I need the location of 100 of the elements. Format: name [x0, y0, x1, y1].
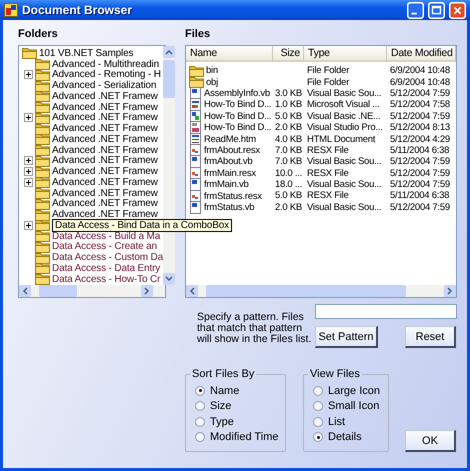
radio-button[interactable]: [313, 386, 323, 396]
scrollbar-thumb[interactable]: [206, 285, 406, 297]
file-name[interactable]: frmAbout.vb: [204, 156, 252, 168]
tree-item[interactable]: 101 VB.NET Samples: [39, 48, 134, 59]
scroll-left-icon[interactable]: [186, 285, 198, 297]
file-name[interactable]: frmMain.vb: [204, 179, 248, 190]
tree-item[interactable]: Advanced .NET Framew: [52, 155, 158, 166]
tree-item[interactable]: Advanced .NET Framew: [52, 112, 158, 124]
ok-button[interactable]: OK: [405, 430, 456, 452]
file-name[interactable]: How-To Bind D...: [204, 122, 272, 134]
radio-button[interactable]: [313, 401, 323, 412]
radio-button[interactable]: [195, 432, 205, 442]
table-cell: 5/12/2004 7:59: [390, 168, 450, 179]
radio-label[interactable]: Modified Time: [210, 431, 278, 444]
column-header[interactable]: Size: [273, 46, 304, 62]
file-icon: [189, 190, 202, 202]
tree-item[interactable]: Advanced .NET Framew: [52, 176, 158, 188]
folder-icon: [35, 58, 50, 70]
scroll-right-icon[interactable]: [444, 285, 456, 297]
tree-item[interactable]: Advanced .NET Framew: [52, 166, 158, 178]
radio-label[interactable]: List: [328, 416, 346, 428]
folder-icon: [189, 64, 204, 77]
radio-label[interactable]: Details: [328, 431, 362, 444]
table-cell: File Folder: [307, 76, 350, 88]
expand-icon[interactable]: [24, 220, 33, 230]
close-icon[interactable]: [449, 2, 466, 18]
file-name[interactable]: ReadMe.htm: [204, 134, 256, 145]
file-name[interactable]: AssemblyInfo.vb: [204, 88, 270, 99]
table-cell: Microsoft Visual ...: [307, 99, 380, 110]
table-cell: 6/9/2004 10:48: [390, 65, 450, 76]
file-icon: [189, 155, 202, 168]
scroll-up-icon[interactable]: [163, 46, 176, 58]
tree-item[interactable]: Data Access - Build a Ma: [52, 230, 160, 242]
tree-item[interactable]: Advanced .NET Framew: [52, 123, 158, 134]
maximize-icon[interactable]: [428, 2, 445, 18]
file-name[interactable]: frmStatus.resx: [204, 190, 262, 202]
radio-button[interactable]: [313, 432, 323, 442]
tree-item[interactable]: Advanced .NET Framew: [52, 209, 158, 220]
tree-item[interactable]: Advanced .NET Framew: [52, 102, 158, 113]
scroll-right-icon[interactable]: [141, 285, 153, 297]
file-name[interactable]: frmStatus.vb: [204, 202, 254, 213]
file-icon: [189, 144, 202, 157]
horizontal-scrollbar[interactable]: [186, 285, 456, 297]
table-cell: Visual Studio Pro...: [307, 122, 383, 134]
tree-item[interactable]: Advanced - Serialization: [52, 80, 156, 92]
table-cell: 18.0 ...: [274, 179, 302, 190]
table-cell: 2.0 KB: [274, 122, 302, 134]
expand-icon[interactable]: [24, 156, 33, 166]
radio-button[interactable]: [313, 416, 323, 427]
scroll-left-icon[interactable]: [19, 285, 31, 297]
radio-label[interactable]: Size: [210, 400, 232, 412]
tree-item[interactable]: Advanced - Remoting - H: [52, 69, 161, 80]
expand-icon[interactable]: [24, 113, 33, 122]
tree-item[interactable]: Advanced .NET Framew: [52, 144, 158, 156]
column-header[interactable]: Date Modified: [387, 46, 456, 62]
file-name[interactable]: bin: [206, 65, 218, 76]
radio-button[interactable]: [195, 416, 205, 427]
window-title: Document Browser: [22, 3, 134, 17]
tree-item[interactable]: Data Access - How-To Cr: [52, 274, 160, 285]
pattern-field[interactable]: [315, 304, 457, 319]
minimize-icon[interactable]: [407, 2, 424, 18]
scrollbar-thumb[interactable]: [39, 285, 77, 297]
set-pattern-button[interactable]: Set Pattern: [315, 326, 378, 348]
radio-label[interactable]: Name: [210, 384, 240, 397]
table-cell: 5/12/2004 7:59: [390, 156, 450, 168]
tree-item[interactable]: Data Access - Data Entry: [52, 262, 160, 274]
file-name[interactable]: How-To Bind D...: [204, 99, 272, 110]
radio-label[interactable]: Large Icon: [328, 384, 380, 397]
expand-icon[interactable]: [24, 178, 33, 187]
tree-item[interactable]: Data Access - Custom Da: [52, 252, 164, 264]
expand-icon[interactable]: [24, 167, 33, 176]
expand-icon[interactable]: [24, 70, 33, 80]
tree-item[interactable]: Data Access - Create an: [52, 241, 157, 252]
radio-label[interactable]: Small Icon: [328, 400, 380, 412]
file-name[interactable]: frmAbout.resx: [204, 144, 260, 156]
table-cell: HTML Document: [307, 134, 376, 145]
table-cell: 1.0 KB: [274, 99, 302, 110]
radio-label[interactable]: Type: [210, 416, 234, 428]
column-header[interactable]: Name: [186, 46, 273, 62]
scrollbar-thumb[interactable]: [163, 60, 176, 98]
folder-icon: [35, 101, 50, 114]
tree-item[interactable]: Advanced .NET Framew: [52, 198, 158, 210]
reset-button[interactable]: Reset: [405, 326, 456, 348]
folder-icon: [189, 76, 204, 88]
tree-item[interactable]: Advanced .NET Framew: [52, 90, 158, 102]
file-name[interactable]: frmMain.resx: [204, 168, 256, 179]
tree-item[interactable]: Advanced .NET Framew: [52, 188, 158, 199]
file-name[interactable]: How-To Bind D...: [204, 110, 272, 122]
table-cell: 5/11/2004 6:38: [390, 190, 450, 202]
table-cell: 5/12/2004 7:59: [390, 88, 450, 99]
file-name[interactable]: obj: [206, 76, 218, 88]
horizontal-scrollbar[interactable]: [19, 285, 165, 297]
tree-item[interactable]: Advanced - Multithreadin: [52, 58, 160, 70]
tree-item[interactable]: Advanced .NET Framew: [52, 134, 158, 145]
column-header[interactable]: Type: [304, 46, 387, 62]
radio-button[interactable]: [195, 386, 205, 396]
scroll-down-icon[interactable]: [163, 273, 176, 285]
section-title: Folders: [18, 28, 59, 42]
table-cell: Visual Basic Sou...: [307, 156, 382, 168]
radio-button[interactable]: [195, 401, 205, 412]
